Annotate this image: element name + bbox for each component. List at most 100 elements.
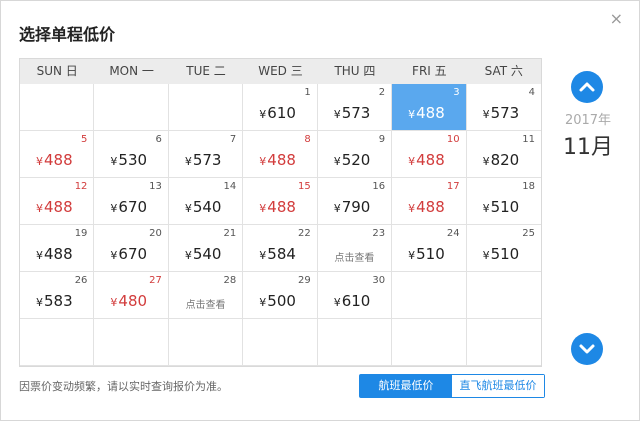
empty-cell <box>94 319 169 366</box>
day-number: 17 <box>446 181 460 192</box>
day-number: 21 <box>223 228 237 239</box>
calendar-day-cell[interactable]: 24 ¥510 <box>392 225 467 272</box>
calendar-day-cell[interactable]: 3 ¥488 <box>392 84 467 131</box>
currency-symbol: ¥ <box>482 155 490 168</box>
empty-cell <box>317 319 393 366</box>
day-price: ¥488 <box>259 151 296 169</box>
currency-symbol: ¥ <box>259 108 267 121</box>
calendar-day-cell[interactable]: 20 ¥670 <box>94 225 169 272</box>
calendar-day-cell[interactable]: 17 ¥488 <box>392 178 467 225</box>
currency-symbol: ¥ <box>408 249 416 262</box>
calendar-day-cell[interactable]: 19 ¥488 <box>20 225 95 272</box>
day-number: 28 <box>223 275 237 286</box>
year-label: 2017年 <box>564 113 612 128</box>
empty-cell <box>20 84 95 131</box>
empty-cell <box>466 319 541 366</box>
calendar-day-cell[interactable]: 13 ¥670 <box>94 178 169 225</box>
month-label: 11月 <box>563 135 613 160</box>
day-number: 14 <box>223 181 237 192</box>
day-number: 26 <box>74 275 88 286</box>
view-price-link[interactable]: 点击查看 <box>169 296 242 311</box>
day-number: 25 <box>522 228 535 239</box>
calendar-day-cell[interactable]: 21 ¥540 <box>168 225 244 272</box>
day-price: ¥670 <box>110 245 148 263</box>
calendar-day-cell[interactable]: 7 ¥573 <box>168 131 244 178</box>
day-price: ¥584 <box>259 245 296 263</box>
calendar-day-cell[interactable]: 8 ¥488 <box>243 131 318 178</box>
day-price: ¥573 <box>482 104 520 122</box>
day-number: 11 <box>522 134 535 145</box>
currency-symbol: ¥ <box>482 108 490 121</box>
weekday-label: THU 四 <box>334 64 376 78</box>
calendar-day-cell[interactable]: 27 ¥480 <box>94 272 169 319</box>
currency-symbol: ¥ <box>110 155 118 168</box>
day-price: ¥610 <box>259 104 296 122</box>
calendar-day-cell[interactable]: 30 ¥610 <box>317 272 393 319</box>
currency-symbol: ¥ <box>184 202 192 215</box>
low-price-dialog: 选择单程低价 × SUN 日 MON 一 TUE 二 WED 三 THU 四 FRI 五S… <box>0 0 640 421</box>
empty-cell <box>168 319 244 366</box>
calendar-day-cell[interactable]: 10 ¥488 <box>392 131 467 178</box>
day-price: ¥530 <box>110 151 148 169</box>
calendar-day-cell[interactable]: 23 点击查看 <box>317 225 393 272</box>
day-price: ¥500 <box>259 292 296 310</box>
day-price: ¥583 <box>36 292 73 310</box>
close-icon[interactable]: × <box>610 11 623 27</box>
calendar-day-cell[interactable]: 2 ¥573 <box>317 84 393 131</box>
calendar-grid: 1 ¥610 2 ¥573 3 ¥488 4 ¥573 5 ¥488 6 ¥530 7 ¥573 8 ¥488… <box>20 84 541 366</box>
calendar-day-cell[interactable]: 25 ¥510 <box>466 225 541 272</box>
day-price: ¥488 <box>36 198 73 216</box>
day-price: ¥488 <box>36 151 73 169</box>
calendar-day-cell[interactable]: 5 ¥488 <box>20 131 95 178</box>
day-number: 13 <box>149 181 162 192</box>
empty-cell <box>20 319 95 366</box>
price-notice: 因票价变动频繁，请以实时查询报价为准。 <box>19 380 228 393</box>
view-price-link[interactable]: 点击查看 <box>318 249 391 264</box>
day-number: 9 <box>378 134 386 145</box>
day-price: ¥488 <box>259 198 296 216</box>
lowest-direct-flight-price-tab[interactable]: 直飞航班最低价 <box>452 375 544 397</box>
day-price: ¥790 <box>333 198 371 216</box>
currency-symbol: ¥ <box>110 296 118 309</box>
currency-symbol: ¥ <box>408 202 416 215</box>
calendar-day-cell[interactable]: 15 ¥488 <box>243 178 318 225</box>
lowest-flight-price-tab[interactable]: 航班最低价 <box>360 375 452 397</box>
currency-symbol: ¥ <box>333 296 341 309</box>
day-price: ¥510 <box>408 245 445 263</box>
calendar-day-cell[interactable]: 22 ¥584 <box>243 225 318 272</box>
day-number: 18 <box>522 181 535 192</box>
currency-symbol: ¥ <box>36 249 43 262</box>
day-price: ¥573 <box>184 151 222 169</box>
calendar-day-cell[interactable]: 4 ¥573 <box>466 84 541 131</box>
currency-symbol: ¥ <box>110 249 118 262</box>
currency-symbol: ¥ <box>36 155 43 168</box>
currency-symbol: ¥ <box>333 108 341 121</box>
calendar-day-cell[interactable]: 18 ¥510 <box>466 178 541 225</box>
day-price: ¥670 <box>110 198 148 216</box>
calendar-day-cell[interactable]: 12 ¥488 <box>20 178 95 225</box>
day-number: 19 <box>74 228 88 239</box>
currency-symbol: ¥ <box>482 202 490 215</box>
calendar-day-cell[interactable]: 28 点击查看 <box>168 272 244 319</box>
calendar-day-cell[interactable]: 9 ¥520 <box>317 131 393 178</box>
day-number: 30 <box>372 275 386 286</box>
weekday-label: WED 三 <box>258 64 303 78</box>
currency-symbol: ¥ <box>259 296 267 309</box>
next-month-button[interactable] <box>571 333 603 365</box>
calendar-day-cell[interactable]: 1 ¥610 <box>243 84 318 131</box>
calendar-day-cell[interactable]: 29 ¥500 <box>243 272 318 319</box>
day-number: 3 <box>453 87 460 98</box>
day-number: 7 <box>229 134 237 145</box>
calendar-day-cell[interactable]: 16 ¥790 <box>317 178 393 225</box>
prev-month-button[interactable] <box>571 71 603 103</box>
calendar-day-cell[interactable]: 6 ¥530 <box>94 131 169 178</box>
calendar-day-cell[interactable]: 11 ¥820 <box>466 131 541 178</box>
dialog-title: 选择单程低价 <box>19 25 116 44</box>
calendar-day-cell[interactable]: 26 ¥583 <box>20 272 95 319</box>
currency-symbol: ¥ <box>259 202 267 215</box>
day-price: ¥480 <box>110 292 148 310</box>
calendar-day-cell[interactable]: 14 ¥540 <box>168 178 244 225</box>
day-number: 27 <box>149 275 162 286</box>
day-number: 20 <box>149 228 162 239</box>
day-number: 6 <box>155 134 162 145</box>
